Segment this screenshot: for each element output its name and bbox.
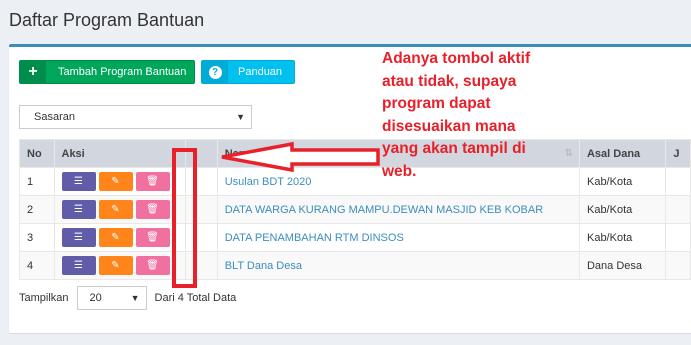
annotation-arrow-icon (221, 141, 380, 173)
annotation-text: Adanya tombol aktif atau tidak, supaya p… (382, 50, 531, 180)
